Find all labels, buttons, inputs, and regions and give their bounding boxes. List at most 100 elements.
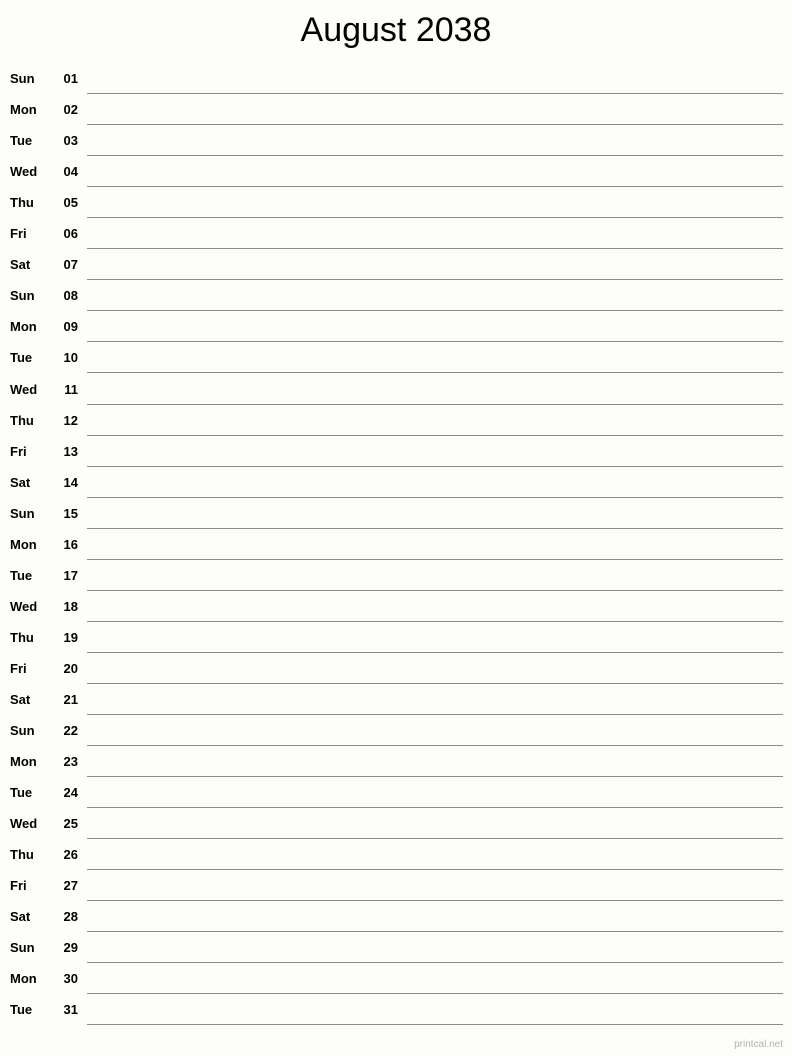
- day-row[interactable]: Sun 15: [9, 498, 783, 529]
- day-number-label: 26: [63, 847, 78, 863]
- day-row[interactable]: Tue 31: [9, 994, 783, 1026]
- day-write-line[interactable]: [87, 994, 783, 1026]
- day-row[interactable]: Wed 11: [9, 373, 783, 405]
- day-weekday-label: Sat: [10, 474, 31, 490]
- day-write-line[interactable]: [87, 839, 783, 871]
- day-number-label: 30: [63, 971, 78, 987]
- day-write-line[interactable]: [87, 870, 783, 902]
- day-row[interactable]: Sun 29: [9, 932, 783, 964]
- day-number-label: 27: [63, 878, 78, 894]
- day-row[interactable]: Mon 23: [9, 746, 783, 778]
- day-row[interactable]: Sun 22: [9, 715, 783, 747]
- day-row[interactable]: Sun 01: [9, 63, 783, 95]
- day-row[interactable]: Mon 02: [9, 94, 783, 126]
- day-row[interactable]: Tue 17: [9, 560, 783, 591]
- day-row[interactable]: Thu 12: [9, 405, 783, 436]
- day-weekday-label: Tue: [10, 133, 33, 149]
- page-title: August 2038: [300, 11, 492, 49]
- day-row[interactable]: Mon 30: [9, 963, 783, 995]
- day-weekday-label: Tue: [10, 785, 33, 801]
- day-weekday-label: Wed: [10, 164, 38, 180]
- day-row[interactable]: Sun 08: [9, 280, 783, 312]
- day-weekday-label: Mon: [10, 536, 37, 552]
- day-number-label: 15: [63, 505, 78, 521]
- day-weekday-label: Thu: [10, 412, 34, 428]
- day-number-label: 17: [63, 567, 78, 583]
- day-write-line[interactable]: [87, 653, 783, 684]
- day-write-line[interactable]: [87, 342, 783, 374]
- day-weekday-label: Fri: [10, 226, 27, 242]
- day-row[interactable]: Sat 28: [9, 901, 783, 933]
- day-write-line[interactable]: [87, 280, 783, 312]
- day-row[interactable]: Sat 07: [9, 249, 783, 281]
- day-write-line[interactable]: [87, 591, 783, 622]
- day-row[interactable]: Wed 18: [9, 591, 783, 622]
- day-write-line[interactable]: [87, 498, 783, 529]
- day-number-label: 05: [63, 195, 78, 211]
- day-number-label: 10: [63, 350, 78, 366]
- day-row[interactable]: Fri 27: [9, 870, 783, 902]
- day-row[interactable]: Tue 10: [9, 342, 783, 374]
- day-write-line[interactable]: [87, 963, 783, 995]
- day-weekday-label: Sun: [10, 723, 35, 739]
- day-write-line[interactable]: [87, 94, 783, 126]
- day-write-line[interactable]: [87, 901, 783, 933]
- day-number-label: 23: [63, 754, 78, 770]
- day-write-line[interactable]: [87, 560, 783, 591]
- day-weekday-label: Mon: [10, 971, 37, 987]
- day-write-line[interactable]: [87, 156, 783, 188]
- day-number-label: 28: [63, 909, 78, 925]
- watermark-printcal: printcal.net: [734, 1039, 783, 1050]
- day-write-line[interactable]: [87, 932, 783, 964]
- day-write-line[interactable]: [87, 249, 783, 281]
- day-row[interactable]: Tue 03: [9, 125, 783, 157]
- day-number-label: 01: [63, 71, 78, 87]
- day-weekday-label: Mon: [10, 102, 37, 118]
- day-write-line[interactable]: [87, 808, 783, 840]
- day-row[interactable]: Fri 20: [9, 653, 783, 684]
- day-write-line[interactable]: [87, 187, 783, 219]
- day-write-line[interactable]: [87, 715, 783, 747]
- day-row-list: Sun 01 Mon 02 Tue 03 Wed 04 Thu 05 Fri 0…: [9, 63, 783, 1026]
- day-row[interactable]: Fri 06: [9, 218, 783, 250]
- day-write-line[interactable]: [87, 63, 783, 95]
- day-row[interactable]: Wed 25: [9, 808, 783, 840]
- day-write-line[interactable]: [87, 622, 783, 653]
- day-weekday-label: Wed: [10, 598, 38, 614]
- day-row[interactable]: Mon 16: [9, 529, 783, 560]
- day-row[interactable]: Sat 14: [9, 467, 783, 498]
- day-number-label: 25: [63, 816, 78, 832]
- day-row[interactable]: Wed 04: [9, 156, 783, 188]
- day-number-label: 11: [64, 381, 78, 397]
- day-write-line[interactable]: [87, 436, 783, 467]
- day-weekday-label: Sun: [10, 71, 35, 87]
- day-write-line[interactable]: [87, 405, 783, 436]
- day-row[interactable]: Thu 05: [9, 187, 783, 219]
- day-number-label: 14: [63, 474, 78, 490]
- day-row[interactable]: Tue 24: [9, 777, 783, 809]
- day-row[interactable]: Mon 09: [9, 311, 783, 343]
- day-write-line[interactable]: [87, 777, 783, 809]
- day-write-line[interactable]: [87, 311, 783, 343]
- day-number-label: 20: [63, 660, 78, 676]
- day-write-line[interactable]: [87, 467, 783, 498]
- day-number-label: 21: [63, 691, 78, 707]
- day-number-label: 07: [63, 257, 78, 273]
- day-weekday-label: Sun: [10, 505, 35, 521]
- day-write-line[interactable]: [87, 746, 783, 778]
- day-row[interactable]: Sat 21: [9, 684, 783, 715]
- day-number-label: 03: [63, 133, 78, 149]
- day-row[interactable]: Thu 26: [9, 839, 783, 871]
- day-row[interactable]: Fri 13: [9, 436, 783, 467]
- day-number-label: 24: [63, 785, 78, 801]
- day-write-line[interactable]: [87, 125, 783, 157]
- day-number-label: 02: [63, 102, 78, 118]
- day-write-line[interactable]: [87, 684, 783, 715]
- day-weekday-label: Thu: [10, 847, 34, 863]
- day-number-label: 31: [63, 1002, 78, 1018]
- day-write-line[interactable]: [87, 529, 783, 560]
- day-weekday-label: Sat: [10, 691, 31, 707]
- day-write-line[interactable]: [87, 218, 783, 250]
- day-row[interactable]: Thu 19: [9, 622, 783, 653]
- day-write-line[interactable]: [87, 373, 783, 405]
